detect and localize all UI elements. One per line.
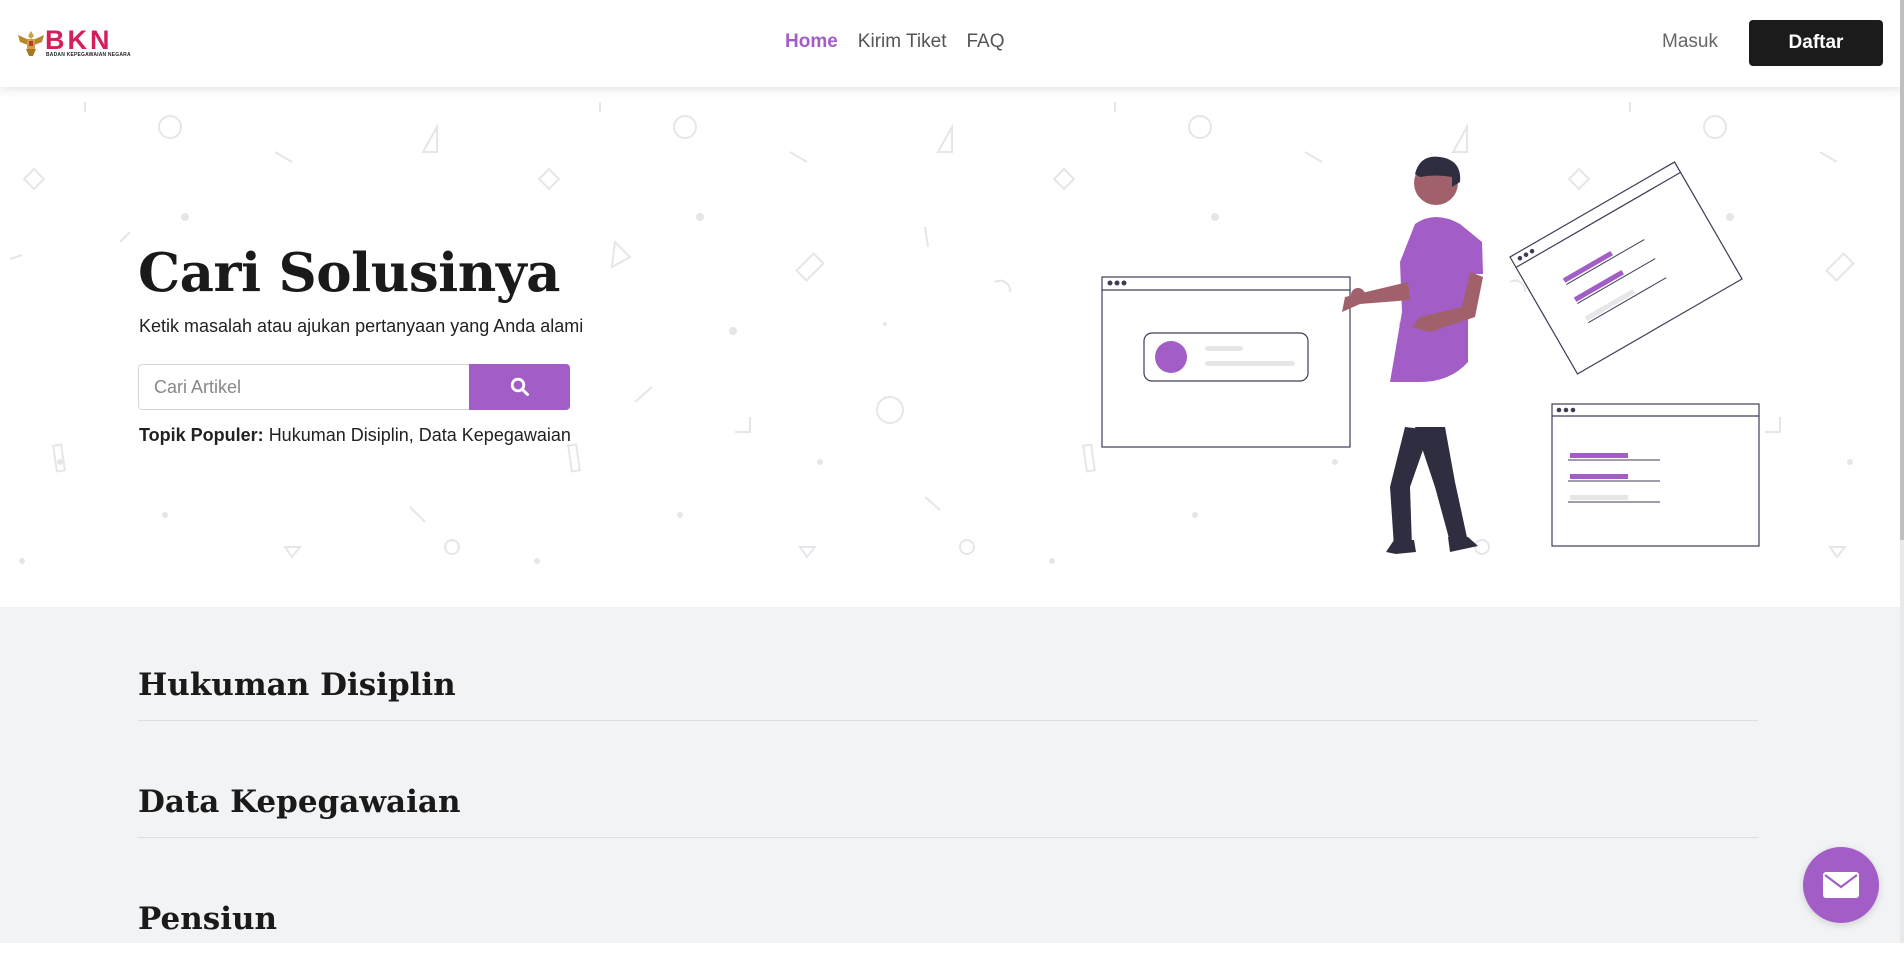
- popular-topics: Topik Populer: Hukuman Disiplin, Data Ke…: [139, 425, 571, 445]
- nav-faq[interactable]: FAQ: [966, 31, 1004, 53]
- envelope-icon: [1823, 872, 1859, 898]
- top-navbar: BKN BADAN KEPEGAWAIAN NEGARA Home Kirim …: [0, 0, 1904, 87]
- hero-subtitle: Ketik masalah atau ajukan pertanyaan yan…: [139, 316, 584, 336]
- article-search: [138, 364, 570, 410]
- category-title: Pensiun: [138, 901, 278, 937]
- bkn-logo[interactable]: BKN BADAN KEPEGAWAIAN NEGARA: [16, 25, 131, 59]
- nav-home[interactable]: Home: [785, 31, 838, 53]
- logo-subtitle: BADAN KEPEGAWAIAN NEGARA: [46, 52, 131, 58]
- hero-illustration: [1101, 156, 1760, 554]
- nav-kirim-tiket[interactable]: Kirim Tiket: [858, 31, 947, 53]
- category-hukuman-disiplin[interactable]: Hukuman Disiplin: [138, 667, 1758, 721]
- page-scrollbar[interactable]: [1900, 0, 1904, 943]
- main-nav: Home Kirim Tiket FAQ: [785, 31, 1005, 53]
- garuda-emblem-icon: [18, 31, 44, 56]
- login-link[interactable]: Masuk: [1662, 31, 1718, 53]
- register-button[interactable]: Daftar: [1749, 20, 1883, 66]
- hero-section: Cari Solusinya Ketik masalah atau ajukan…: [0, 87, 1904, 607]
- category-title: Data Kepegawaian: [138, 784, 461, 820]
- popular-topics-label: Topik Populer:: [139, 425, 264, 445]
- hero-title: Cari Solusinya: [138, 242, 560, 304]
- popular-topic-link[interactable]: Data Kepegawaian: [419, 425, 571, 445]
- category-title: Hukuman Disiplin: [138, 667, 456, 703]
- category-data-kepegawaian[interactable]: Data Kepegawaian: [138, 784, 1758, 838]
- popular-topic-link[interactable]: Hukuman Disiplin: [269, 425, 409, 445]
- contact-fab-button[interactable]: [1803, 847, 1879, 923]
- search-button[interactable]: [469, 364, 570, 410]
- category-section: Hukuman Disiplin Data Kepegawaian Pensiu…: [0, 607, 1904, 943]
- category-pensiun[interactable]: Pensiun: [138, 901, 1758, 954]
- scrollbar-thumb[interactable]: [1900, 0, 1904, 540]
- search-icon: [510, 377, 529, 396]
- search-input[interactable]: [138, 364, 469, 410]
